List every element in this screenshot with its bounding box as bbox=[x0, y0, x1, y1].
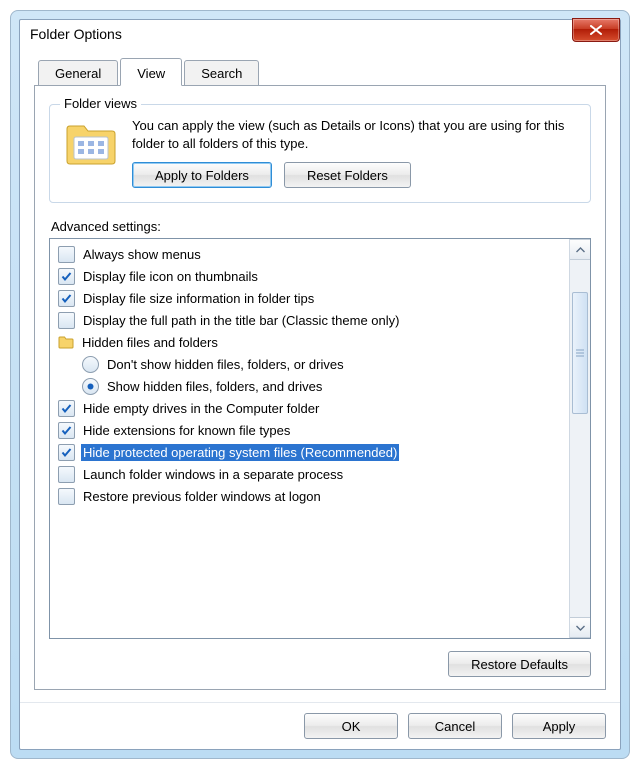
folder-views-group: Folder views You can apply the view (suc… bbox=[49, 104, 591, 203]
scrollbar[interactable] bbox=[569, 239, 590, 638]
setting-hidden-header[interactable]: Hidden files and folders bbox=[52, 331, 567, 353]
checkbox-icon bbox=[58, 312, 75, 329]
setting-label: Launch folder windows in a separate proc… bbox=[81, 466, 345, 483]
titlebar: Folder Options bbox=[20, 20, 620, 48]
ok-button[interactable]: OK bbox=[304, 713, 398, 739]
setting-always-show-menus[interactable]: Always show menus bbox=[52, 243, 567, 265]
checkbox-icon bbox=[58, 422, 75, 439]
setting-dont-show-hidden[interactable]: Don't show hidden files, folders, or dri… bbox=[52, 353, 567, 375]
setting-hide-protected[interactable]: Hide protected operating system files (R… bbox=[52, 441, 567, 463]
setting-label: Don't show hidden files, folders, or dri… bbox=[105, 356, 346, 373]
setting-label: Hidden files and folders bbox=[80, 334, 220, 351]
radio-icon bbox=[82, 356, 99, 373]
tab-bar: General View Search bbox=[34, 58, 606, 86]
close-button[interactable] bbox=[572, 18, 620, 42]
radio-icon bbox=[82, 378, 99, 395]
checkbox-icon bbox=[58, 400, 75, 417]
folder-views-description: You can apply the view (such as Details … bbox=[132, 117, 576, 152]
setting-hide-extensions[interactable]: Hide extensions for known file types bbox=[52, 419, 567, 441]
scroll-up-button[interactable] bbox=[570, 239, 590, 260]
scroll-down-button[interactable] bbox=[570, 617, 590, 638]
setting-show-hidden[interactable]: Show hidden files, folders, and drives bbox=[52, 375, 567, 397]
setting-label: Hide extensions for known file types bbox=[81, 422, 292, 439]
dialog-buttons: OK Cancel Apply bbox=[20, 702, 620, 749]
setting-hide-empty-drives[interactable]: Hide empty drives in the Computer folder bbox=[52, 397, 567, 419]
setting-label: Always show menus bbox=[81, 246, 203, 263]
checkbox-icon bbox=[58, 290, 75, 307]
setting-display-file-icon[interactable]: Display file icon on thumbnails bbox=[52, 265, 567, 287]
checkbox-icon bbox=[58, 246, 75, 263]
apply-button[interactable]: Apply bbox=[512, 713, 606, 739]
folder-view-icon bbox=[64, 119, 118, 167]
setting-display-full-path[interactable]: Display the full path in the title bar (… bbox=[52, 309, 567, 331]
tab-general[interactable]: General bbox=[38, 60, 118, 86]
chevron-up-icon bbox=[576, 247, 585, 253]
setting-label: Restore previous folder windows at logon bbox=[81, 488, 323, 505]
setting-label: Display the full path in the title bar (… bbox=[81, 312, 401, 329]
setting-launch-separate[interactable]: Launch folder windows in a separate proc… bbox=[52, 463, 567, 485]
checkbox-icon bbox=[58, 444, 75, 461]
tab-view[interactable]: View bbox=[120, 58, 182, 86]
restore-defaults-button[interactable]: Restore Defaults bbox=[448, 651, 591, 677]
setting-display-file-size[interactable]: Display file size information in folder … bbox=[52, 287, 567, 309]
scroll-thumb[interactable] bbox=[572, 292, 588, 414]
checkbox-icon bbox=[58, 466, 75, 483]
reset-folders-button[interactable]: Reset Folders bbox=[284, 162, 411, 188]
setting-label: Display file size information in folder … bbox=[81, 290, 316, 307]
scroll-track[interactable] bbox=[570, 260, 590, 617]
advanced-settings-list[interactable]: Always show menus Display file icon on th… bbox=[49, 238, 591, 639]
setting-label: Show hidden files, folders, and drives bbox=[105, 378, 324, 395]
apply-to-folders-button[interactable]: Apply to Folders bbox=[132, 162, 272, 188]
window-title: Folder Options bbox=[30, 26, 572, 42]
cancel-button[interactable]: Cancel bbox=[408, 713, 502, 739]
checkbox-icon bbox=[58, 488, 75, 505]
advanced-settings-label: Advanced settings: bbox=[51, 219, 591, 234]
setting-label: Hide protected operating system files (R… bbox=[81, 444, 399, 461]
folder-icon bbox=[58, 335, 74, 349]
tab-page-view: Folder views You can apply the view (suc… bbox=[34, 85, 606, 690]
folder-views-legend: Folder views bbox=[60, 96, 141, 111]
setting-restore-previous[interactable]: Restore previous folder windows at logon bbox=[52, 485, 567, 507]
setting-label: Display file icon on thumbnails bbox=[81, 268, 260, 285]
setting-label: Hide empty drives in the Computer folder bbox=[81, 400, 321, 417]
folder-options-dialog: Folder Options General View Search Folde… bbox=[19, 19, 621, 750]
tab-search[interactable]: Search bbox=[184, 60, 259, 86]
checkbox-icon bbox=[58, 268, 75, 285]
close-icon bbox=[590, 25, 602, 35]
chevron-down-icon bbox=[576, 625, 585, 631]
